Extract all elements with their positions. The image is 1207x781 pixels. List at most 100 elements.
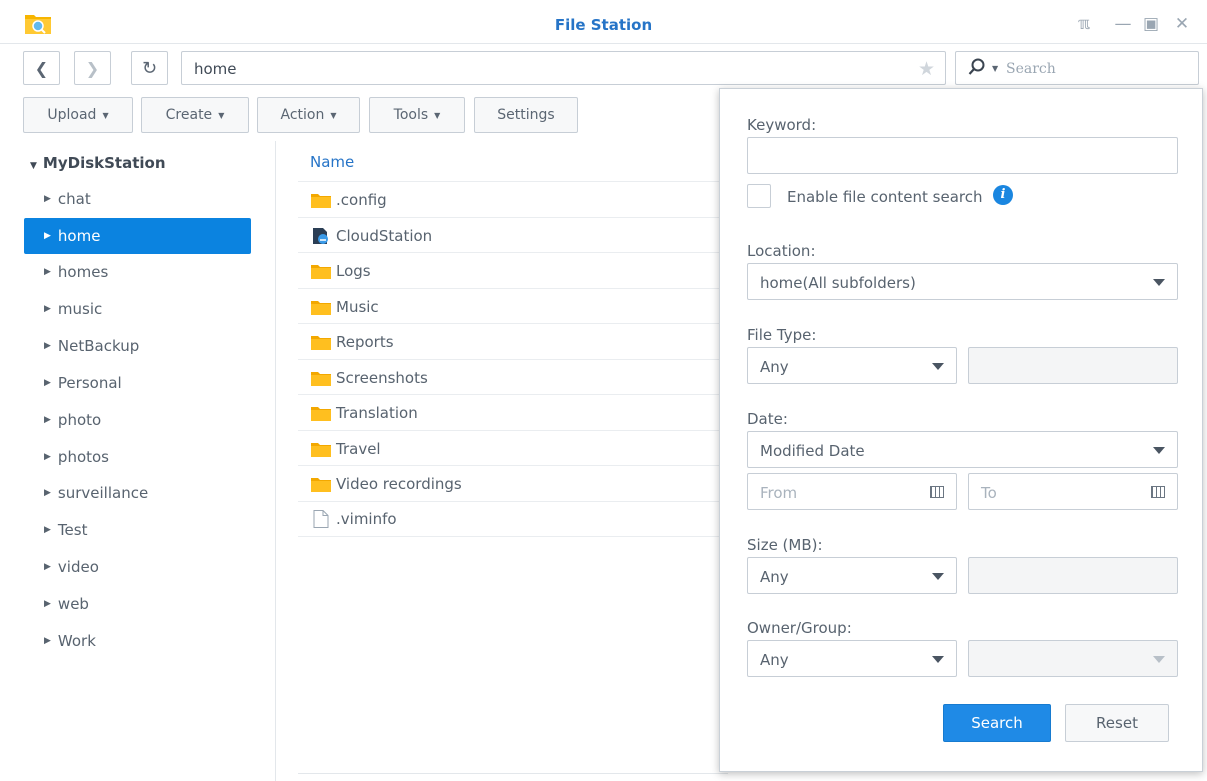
- folder-icon: [311, 335, 331, 350]
- tree-item-homes[interactable]: ▶ homes: [24, 254, 251, 290]
- tree-item-label: Test: [57, 521, 88, 539]
- file-name: Translation: [336, 403, 418, 422]
- chevron-down-icon: ▼: [330, 110, 337, 120]
- tools-button[interactable]: Tools ▼: [369, 97, 465, 133]
- action-button[interactable]: Action ▼: [257, 97, 360, 133]
- keyword-input[interactable]: [747, 137, 1178, 174]
- file-row[interactable]: CloudStation: [298, 217, 728, 253]
- date-label: Date:: [747, 410, 788, 428]
- triangle-right-icon: ▶: [44, 636, 51, 646]
- path-input[interactable]: home ★: [181, 51, 946, 85]
- dropdown-arrow-icon: [1153, 447, 1165, 454]
- date-to-placeholder: To: [981, 484, 997, 502]
- file-row[interactable]: .config: [298, 181, 728, 217]
- file-row[interactable]: Travel: [298, 430, 728, 466]
- tree-item-label: surveillance: [57, 484, 149, 502]
- search-dropdown-icon[interactable]: ▼: [992, 64, 998, 73]
- star-icon[interactable]: ★: [918, 58, 935, 80]
- tree-item-web[interactable]: ▶ web: [24, 586, 251, 622]
- file-name: Travel: [336, 439, 381, 458]
- date-type-value: Modified Date: [760, 442, 865, 460]
- chevron-down-icon: ▼: [102, 110, 109, 120]
- tree-root[interactable]: ▼ MyDiskStation: [30, 154, 166, 172]
- file-type-extension-input[interactable]: [968, 347, 1178, 384]
- date-type-select[interactable]: Modified Date: [747, 431, 1178, 468]
- search-button[interactable]: Search: [943, 704, 1051, 742]
- file-name: Music: [336, 297, 379, 316]
- tree-item-video[interactable]: ▶ video: [24, 549, 251, 585]
- content-search-label: Enable file content search: [787, 188, 983, 206]
- upload-label: Upload: [47, 107, 97, 123]
- tree-item-photo[interactable]: ▶ photo: [24, 402, 251, 438]
- tree-item-label: NetBackup: [57, 337, 140, 355]
- size-select[interactable]: Any: [747, 557, 957, 594]
- tree-item-personal[interactable]: ▶ Personal: [24, 365, 251, 401]
- forward-button[interactable]: ❯: [74, 51, 111, 85]
- tree-item-test[interactable]: ▶ Test: [24, 512, 251, 548]
- maximize-icon[interactable]: ▣: [1139, 12, 1163, 36]
- info-icon[interactable]: i: [993, 185, 1013, 205]
- tree-item-chat[interactable]: ▶ chat: [24, 181, 251, 217]
- tree-item-label: music: [57, 300, 103, 318]
- file-name: .viminfo: [336, 510, 397, 528]
- file-row[interactable]: Screenshots: [298, 359, 728, 395]
- list-divider: [298, 773, 728, 774]
- owner-group-select[interactable]: Any: [747, 640, 957, 677]
- triangle-right-icon: ▶: [44, 415, 51, 425]
- file-name: Logs: [336, 261, 371, 280]
- triangle-right-icon: ▶: [44, 562, 51, 572]
- tree-item-label: photo: [57, 411, 102, 429]
- file-row[interactable]: Music: [298, 288, 728, 324]
- file-row[interactable]: Translation: [298, 394, 728, 430]
- file-row[interactable]: Reports: [298, 323, 728, 359]
- size-value-input[interactable]: [968, 557, 1178, 594]
- tree-item-surveillance[interactable]: ▶ surveillance: [24, 475, 251, 511]
- calendar-icon[interactable]: [1151, 486, 1165, 498]
- calendar-icon[interactable]: [930, 486, 944, 498]
- file-row[interactable]: Logs: [298, 252, 728, 288]
- location-select[interactable]: home(All subfolders): [747, 263, 1178, 300]
- size-value: Any: [760, 568, 789, 586]
- triangle-right-icon: ▶: [44, 341, 51, 351]
- upload-button[interactable]: Upload ▼: [23, 97, 133, 133]
- column-header-name[interactable]: Name: [310, 153, 354, 171]
- dropdown-arrow-icon: [932, 363, 944, 370]
- date-from-input[interactable]: From: [747, 473, 957, 510]
- triangle-right-icon: ▶: [44, 231, 51, 241]
- file-list: Name .config CloudStation Logs Music Rep…: [298, 141, 728, 781]
- tree-item-home[interactable]: ▶ home: [24, 218, 251, 254]
- advanced-search-panel: Keyword: Enable file content search i Lo…: [719, 88, 1203, 772]
- file-icon: [313, 510, 329, 528]
- create-label: Create: [165, 107, 213, 123]
- settings-button[interactable]: Settings: [474, 97, 578, 133]
- close-icon[interactable]: ✕: [1170, 12, 1194, 36]
- create-button[interactable]: Create ▼: [141, 97, 249, 133]
- refresh-button[interactable]: ↻: [131, 51, 168, 85]
- help-icon[interactable]: ℼ: [1072, 12, 1096, 36]
- file-row[interactable]: Video recordings: [298, 465, 728, 501]
- file-type-select[interactable]: Any: [747, 347, 957, 384]
- tree-item-music[interactable]: ▶ music: [24, 291, 251, 327]
- file-row[interactable]: .viminfo: [298, 501, 728, 537]
- tree-item-netbackup[interactable]: ▶ NetBackup: [24, 328, 251, 364]
- location-value: home(All subfolders): [760, 274, 916, 292]
- triangle-right-icon: ▶: [44, 304, 51, 314]
- back-button[interactable]: ❮: [23, 51, 60, 85]
- owner-group-name-select[interactable]: [968, 640, 1178, 677]
- date-to-input[interactable]: To: [968, 473, 1178, 510]
- triangle-right-icon: ▶: [44, 194, 51, 204]
- search-input[interactable]: ▼ Search: [955, 51, 1199, 85]
- tree-item-label: homes: [57, 263, 109, 281]
- chevron-down-icon: ▼: [434, 110, 441, 120]
- triangle-right-icon: ▶: [44, 599, 51, 609]
- tree-item-work[interactable]: ▶ Work: [24, 623, 251, 659]
- reset-button[interactable]: Reset: [1065, 704, 1169, 742]
- tree-item-photos[interactable]: ▶ photos: [24, 439, 251, 475]
- content-search-checkbox[interactable]: [747, 184, 771, 208]
- tree-item-label: photos: [57, 448, 110, 466]
- chevron-left-icon: ❮: [34, 58, 49, 78]
- minimize-icon[interactable]: —: [1111, 12, 1135, 36]
- location-label: Location:: [747, 242, 816, 260]
- folder-icon: [311, 442, 331, 457]
- file-name: Video recordings: [336, 474, 462, 493]
